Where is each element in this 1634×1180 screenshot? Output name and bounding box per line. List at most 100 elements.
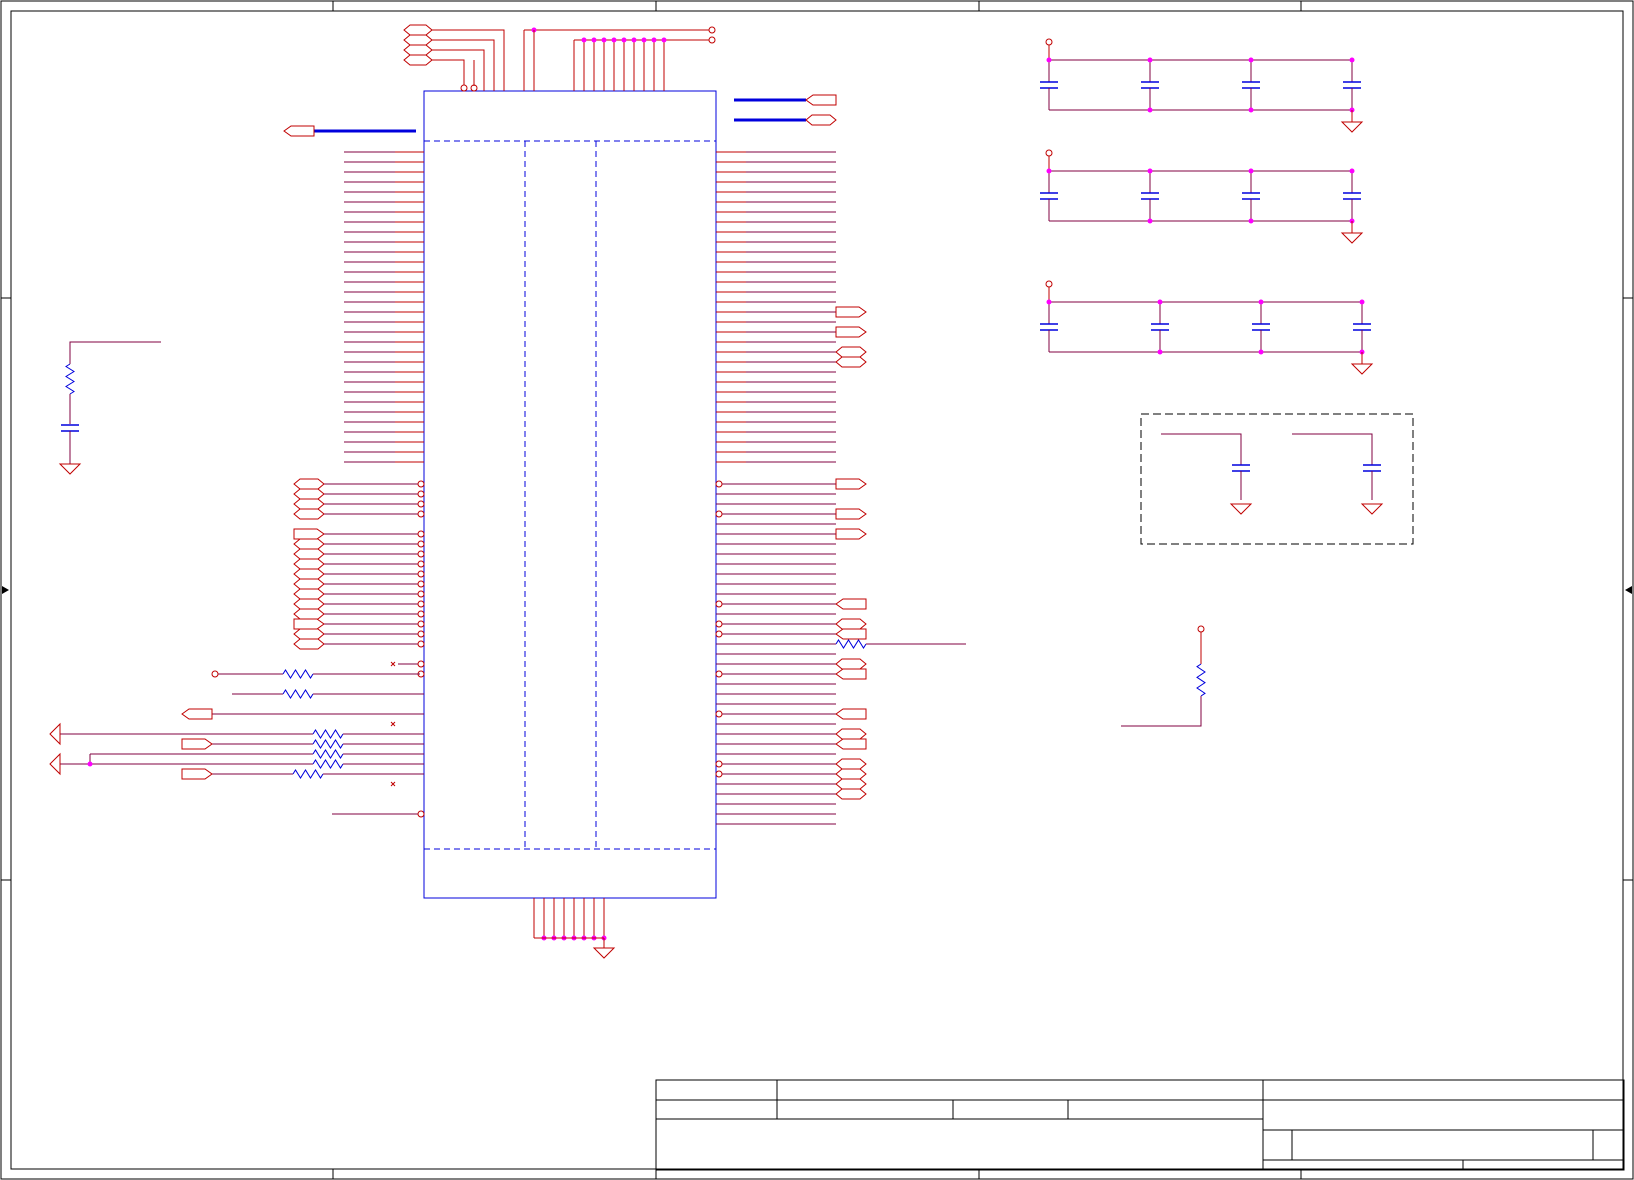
port-flag-icon — [835, 346, 867, 358]
port-flag-icon — [805, 114, 837, 126]
ic-body — [423, 90, 717, 899]
port-flag-icon — [835, 618, 867, 630]
port-flag-icon — [283, 125, 315, 137]
junction-dot — [651, 37, 657, 43]
resistor-icon — [835, 639, 867, 649]
power-pin-icon — [417, 630, 425, 638]
port-flag-icon — [293, 488, 325, 500]
power-pin-icon — [715, 630, 723, 638]
port-flag-icon — [293, 558, 325, 570]
port-flag-icon — [835, 728, 867, 740]
power-pin-icon — [417, 610, 425, 618]
wire — [432, 59, 465, 86]
power-pin-icon — [417, 550, 425, 558]
power-pin-icon — [417, 560, 425, 568]
ground-symbol-icon — [58, 463, 82, 475]
power-pin-icon — [1197, 625, 1205, 633]
wire — [432, 39, 495, 91]
wire — [432, 49, 485, 91]
junction-dot — [661, 37, 667, 43]
power-pin-icon — [715, 770, 723, 778]
inner-border — [10, 10, 1624, 1170]
power-pin-icon — [708, 36, 716, 44]
wire — [1161, 433, 1242, 465]
ground-symbol-icon — [1340, 121, 1364, 133]
power-pin-icon — [417, 580, 425, 588]
port-flag-icon — [835, 598, 867, 610]
power-pin-icon — [417, 660, 425, 668]
port-flag-icon — [181, 768, 213, 780]
junction-dot — [1147, 107, 1153, 113]
port-flag-icon — [403, 54, 433, 66]
wire — [1292, 433, 1373, 465]
ground-symbol-icon — [1350, 363, 1374, 375]
power-arrow-icon — [49, 752, 61, 776]
port-flag-icon — [835, 778, 867, 790]
port-flag-icon — [805, 94, 837, 106]
port-flag-icon — [293, 608, 325, 620]
top-pin-bus — [432, 26, 716, 92]
port-flag-icon — [835, 768, 867, 780]
power-pin-icon — [460, 84, 468, 92]
power-pin-icon — [417, 570, 425, 578]
resistor-icon — [312, 739, 344, 749]
power-pin-icon — [417, 530, 425, 538]
port-flag-icon — [293, 568, 325, 580]
junction-dot — [1147, 168, 1153, 174]
port-flag-icon — [293, 638, 325, 650]
decoupling-capacitor-arrays — [1040, 38, 1414, 545]
port-flag-icon — [293, 588, 325, 600]
junction-dot — [1258, 299, 1264, 305]
power-pin-icon — [715, 670, 723, 678]
power-pin-icon — [715, 510, 723, 518]
capacitor-icon — [1252, 323, 1270, 331]
power-pin-icon — [1045, 149, 1053, 157]
capacitor-icon — [1040, 192, 1058, 200]
power-pin-icon — [417, 510, 425, 518]
power-pin-icon — [417, 540, 425, 548]
port-flag-icon — [835, 306, 867, 318]
port-flag-icon — [835, 528, 867, 540]
resistor-icon — [312, 759, 344, 769]
capacitor-icon — [1343, 81, 1361, 89]
drawing-frame — [0, 0, 1634, 1180]
port-flag-icon — [181, 708, 213, 720]
junction-dot — [1157, 349, 1163, 355]
capacitor-icon — [1232, 464, 1250, 472]
power-pin-icon — [715, 600, 723, 608]
ground-symbol-icon — [592, 947, 616, 959]
junction-dot — [1046, 57, 1052, 63]
capacitor-icon — [1141, 192, 1159, 200]
port-flag-icon — [403, 34, 433, 46]
junction-dot — [1248, 57, 1254, 63]
port-flag-icon — [835, 758, 867, 770]
port-flag-icon — [835, 658, 867, 670]
misc-passives — [58, 341, 1206, 727]
left-pin-bus — [60, 129, 425, 818]
title-block-frame — [655, 1079, 1625, 1171]
capacitor-icon — [1040, 81, 1058, 89]
junction-dot — [87, 761, 93, 767]
port-flag-icon — [835, 738, 867, 750]
power-pin-icon — [715, 620, 723, 628]
zone-arrow-icon — [1625, 586, 1632, 594]
junction-dot — [1248, 218, 1254, 224]
power-pin-icon — [1045, 38, 1053, 46]
port-flag-icon — [835, 508, 867, 520]
main-ic-symbol — [423, 90, 717, 899]
junction-dot — [641, 37, 647, 43]
junction-dot — [581, 37, 587, 43]
ground-symbol-icon — [1360, 503, 1384, 515]
title-block — [655, 1079, 1625, 1171]
port-flag-icon — [293, 618, 325, 630]
junction-dot — [631, 37, 637, 43]
port-flag-icon — [835, 356, 867, 368]
junction-dot — [591, 37, 597, 43]
port-flag-icon — [835, 788, 867, 800]
capacitor-icon — [1363, 464, 1381, 472]
bottom-ground-pins — [533, 898, 616, 959]
schematic-canvas — [0, 0, 1634, 1180]
power-pin-icon — [417, 500, 425, 508]
power-pin-icon — [417, 490, 425, 498]
junction-dot — [1046, 299, 1052, 305]
